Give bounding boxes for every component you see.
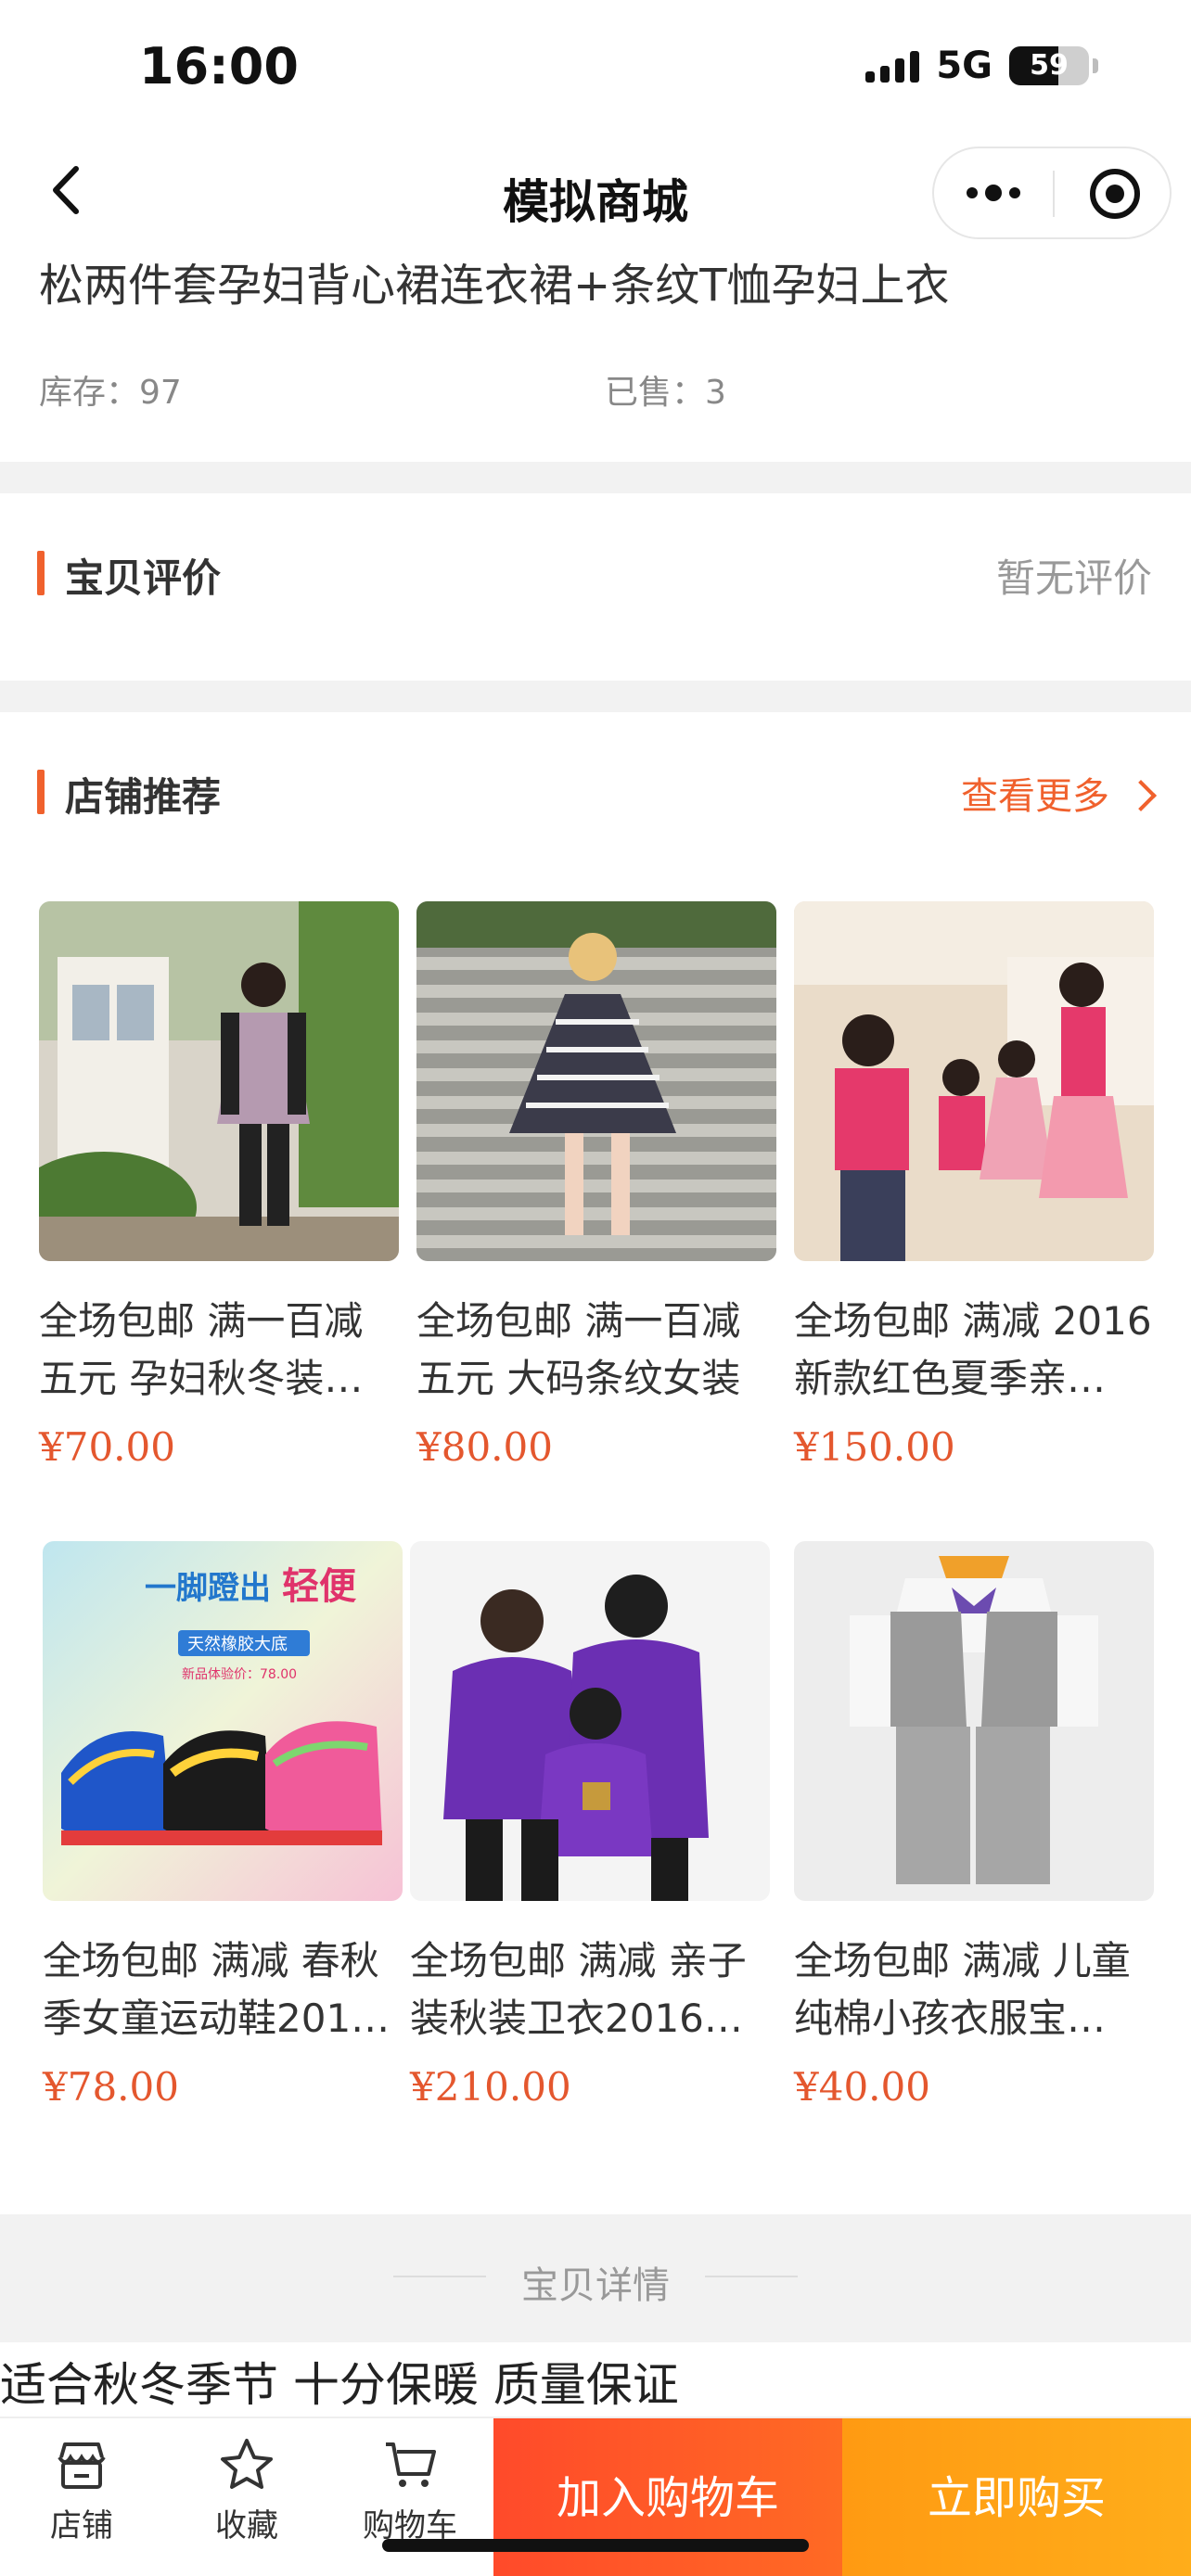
details-header: 宝贝详情 [0,2214,1191,2342]
product-card[interactable]: 全场包邮 满减 儿童纯棉小孩衣服宝… ¥40.00 [794,1541,1154,2110]
shoe-headline: 一脚蹬出 [145,1570,271,1607]
product-image [794,901,1154,1261]
star-icon [221,2439,273,2489]
section-accent-bar [37,551,45,595]
stock-count: 库存：97 [39,374,182,412]
battery-level: 59 [1030,49,1069,82]
product-image [416,901,776,1261]
shoe-price-tag: 新品体验价：78.00 [182,1667,297,1682]
tab-favorite-label: 收藏 [215,2507,278,2544]
product-price: ¥78.00 [43,2064,179,2110]
home-indicator[interactable] [382,2539,809,2552]
sold-count: 已售：3 [605,374,726,412]
cart-icon [386,2442,436,2487]
nav-bar: 模拟商城 [0,139,1191,250]
product-price: ¥210.00 [410,2064,571,2110]
section-divider [0,462,1191,493]
recommend-title: 店铺推荐 [65,774,222,820]
product-card[interactable]: 一脚蹬出 轻便 天然橡胶大底 新品体验价：78.00 全场包邮 满减 春秋季女童… [43,1541,403,2110]
product-card[interactable]: 全场包邮 满减 亲子装秋装卫衣2016… ¥210.00 [410,1541,770,2110]
tab-favorite[interactable]: 收藏 [182,2435,312,2545]
product-name: 全场包邮 满一百减五元 孕妇秋冬装… [39,1298,364,1401]
tab-shop[interactable]: 店铺 [17,2435,147,2545]
details-label: 宝贝详情 [521,2264,670,2307]
reviews-header: 宝贝评价 暂无评价 [0,534,1191,608]
product-name: 全场包邮 满减 2016新款红色夏季亲… [794,1298,1152,1401]
product-card[interactable]: 全场包邮 满一百减五元 大码条纹女装 ¥80.00 [416,901,776,1470]
status-time: 16:00 [139,37,299,96]
section-accent-bar [37,770,45,814]
more-button[interactable] [934,148,1053,237]
close-miniprogram-icon[interactable] [1090,169,1140,219]
signal-icon [865,49,920,83]
shop-icon [58,2442,106,2489]
section-divider [0,681,1191,712]
shoe-headline-accent: 轻便 [282,1565,357,1608]
product-name: 全场包邮 满减 亲子装秋装卫衣2016… [410,1938,747,2041]
status-indicators: 5G 59 [865,45,1098,87]
product-image [794,1541,1154,1901]
network-label: 5G [936,45,992,87]
tab-cart[interactable]: 购物车 [345,2435,475,2545]
more-dot-icon [967,187,978,198]
product-title: 松两件套孕妇背心裙连衣裙+条纹T恤孕妇上衣 [39,260,950,312]
buy-now-button[interactable]: 立即购买 [842,2418,1191,2576]
product-name: 全场包邮 满减 春秋季女童运动鞋201… [43,1938,391,2041]
view-more-label: 查看更多 [961,775,1109,818]
product-name: 全场包邮 满减 儿童纯棉小孩衣服宝… [794,1938,1131,2041]
add-to-cart-button[interactable]: 加入购物车 [493,2418,842,2576]
tab-shop-label: 店铺 [50,2507,113,2544]
product-price: ¥150.00 [794,1424,955,1470]
recommend-header: 店铺推荐 查看更多 [0,753,1191,827]
shoe-tag: 天然橡胶大底 [187,1635,288,1654]
product-image [39,901,399,1261]
chevron-right-icon [1125,780,1157,811]
reviews-title: 宝贝评价 [65,555,222,601]
details-text: 适合秋冬季节 十分保暖 质量保证 [0,2358,679,2412]
bottom-action-bar: 店铺 收藏 购物车 加入购物车 立即购买 [0,2417,1191,2576]
product-image [410,1541,770,1901]
status-bar: 16:00 5G 59 [0,0,1191,139]
more-dot-icon [985,185,1002,201]
product-card[interactable]: 全场包邮 满减 2016新款红色夏季亲… ¥150.00 [794,901,1154,1470]
battery-icon: 59 [1009,46,1089,85]
product-name: 全场包邮 满一百减五元 大码条纹女装 [416,1298,741,1401]
product-image: 一脚蹬出 轻便 天然橡胶大底 新品体验价：78.00 [43,1541,403,1901]
view-more-link[interactable]: 查看更多 [961,766,1157,820]
capsule-divider [1053,171,1055,217]
miniprogram-capsule [932,147,1172,239]
product-card[interactable]: 全场包邮 满一百减五元 孕妇秋冬装… ¥70.00 [39,901,399,1470]
reviews-empty-text: 暂无评价 [995,555,1152,601]
divider-line [705,2276,798,2277]
product-price: ¥70.00 [39,1424,175,1470]
more-dot-icon [1009,187,1020,198]
product-price: ¥40.00 [794,2064,930,2110]
battery-tip [1093,58,1098,73]
product-price: ¥80.00 [416,1424,553,1470]
